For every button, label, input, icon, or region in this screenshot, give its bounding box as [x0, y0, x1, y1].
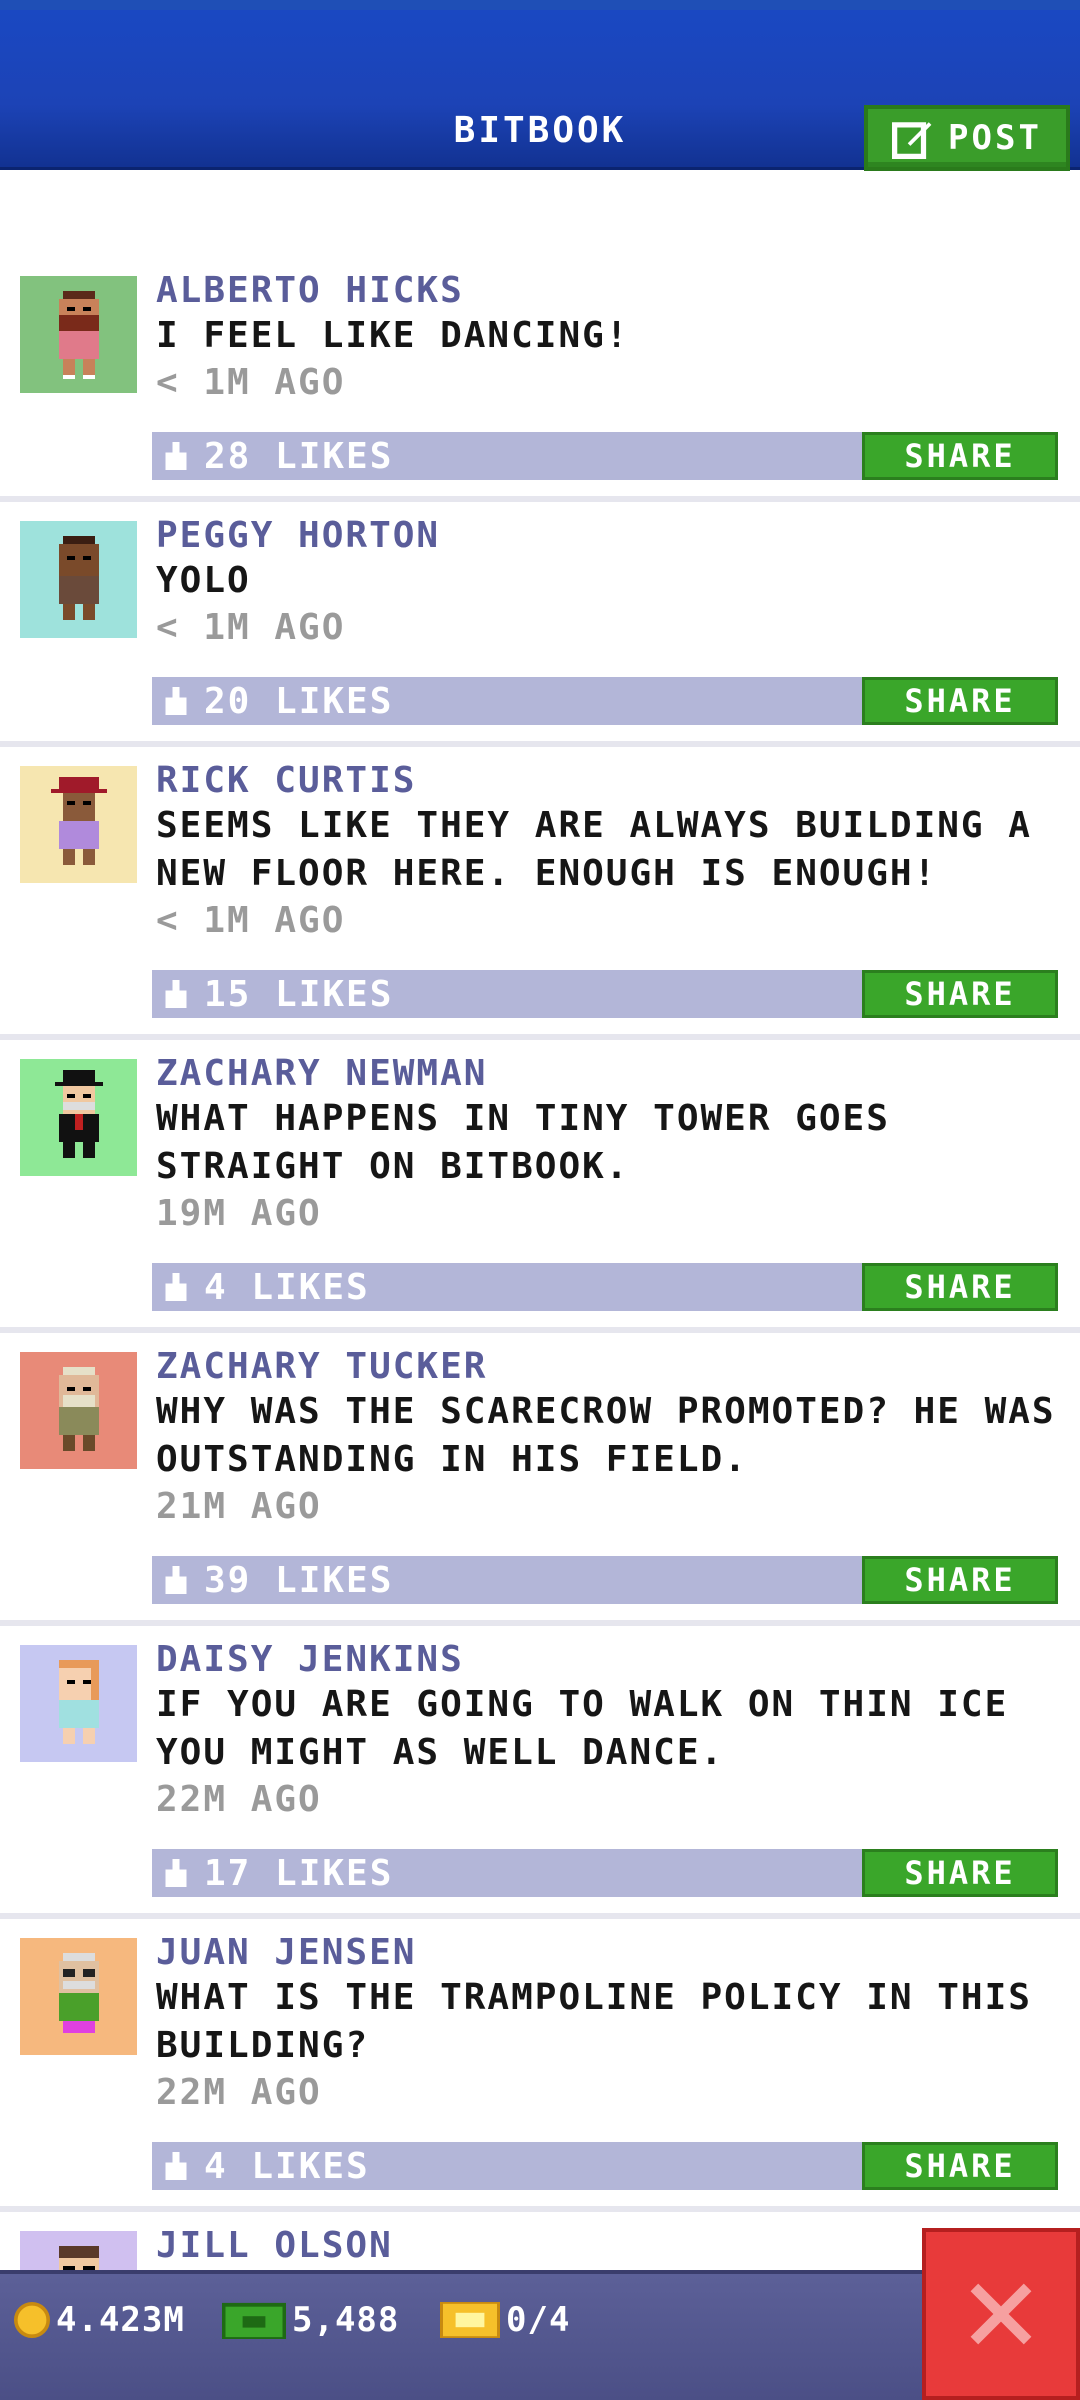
post-author[interactable]: JILL OLSON — [156, 2225, 393, 2266]
thumbs-up-icon — [165, 1273, 187, 1301]
like-bar[interactable]: 15 LIKES SHARE — [152, 970, 1058, 1018]
like-count: 15 LIKES — [204, 974, 394, 1015]
bux-counter[interactable]: 5,488 — [222, 2300, 399, 2340]
ticket-icon — [440, 2302, 500, 2338]
status-bar: 4.423M 5,488 0/4 — [0, 2270, 1080, 2400]
post-author[interactable]: ZACHARY TUCKER — [156, 1346, 487, 1387]
post-message: YOLO — [156, 560, 251, 601]
share-button[interactable]: SHARE — [862, 970, 1058, 1018]
post-time: < 1M AGO — [156, 607, 346, 648]
divider — [0, 1034, 1080, 1040]
post-message: WHAT IS THE TRAMPOLINE POLICY IN THIS BU… — [156, 1977, 1032, 2066]
thumbs-up-icon — [165, 980, 187, 1008]
person-sprite-icon — [50, 776, 107, 865]
post-author[interactable]: ZACHARY NEWMAN — [156, 1053, 487, 1094]
close-icon — [970, 2283, 1032, 2345]
coin-icon — [14, 2302, 50, 2338]
divider — [0, 1620, 1080, 1626]
like-bar[interactable]: 20 LIKES SHARE — [152, 677, 1058, 725]
app-header: BITBOOK POST — [0, 0, 1080, 171]
post-button[interactable]: POST — [864, 105, 1070, 171]
share-button[interactable]: SHARE — [862, 1849, 1058, 1897]
post-author[interactable]: RICK CURTIS — [156, 760, 416, 801]
bux-icon — [222, 2302, 286, 2339]
thumbs-up-icon — [165, 442, 187, 470]
post-time: 19M AGO — [156, 1193, 322, 1234]
post-message: IF YOU ARE GOING TO WALK ON THIN ICE YOU… — [156, 1684, 1009, 1773]
divider — [0, 1913, 1080, 1919]
like-bar[interactable]: 17 LIKES SHARE — [152, 1849, 1058, 1897]
like-count: 28 LIKES — [204, 436, 394, 477]
person-sprite-icon — [58, 1659, 99, 1744]
bux-value: 5,488 — [292, 2300, 400, 2340]
post-author[interactable]: JUAN JENSEN — [156, 1932, 416, 1973]
post-author[interactable]: DAISY JENKINS — [156, 1639, 464, 1680]
post-message: WHY WAS THE SCARECROW PROMOTED? HE WAS O… — [156, 1391, 1056, 1480]
person-sprite-icon — [58, 1366, 99, 1451]
thumbs-up-icon — [165, 1859, 187, 1887]
person-sprite-icon — [58, 1952, 99, 2033]
share-button[interactable]: SHARE — [862, 677, 1058, 725]
share-button[interactable]: SHARE — [862, 1263, 1058, 1311]
divider — [0, 741, 1080, 747]
post-message: WHAT HAPPENS IN TINY TOWER GOES STRAIGHT… — [156, 1098, 890, 1187]
like-count: 17 LIKES — [204, 1853, 394, 1894]
thumbs-up-icon — [165, 1566, 187, 1594]
post-button-label: POST — [948, 118, 1042, 158]
avatar[interactable] — [20, 1059, 137, 1176]
post-time: 21M AGO — [156, 1486, 322, 1527]
avatar[interactable] — [20, 521, 137, 638]
compose-icon — [892, 122, 932, 159]
post-author[interactable]: PEGGY HORTON — [156, 515, 440, 556]
avatar[interactable] — [20, 1938, 137, 2055]
like-bar[interactable]: 28 LIKES SHARE — [152, 432, 1058, 480]
divider — [0, 2206, 1080, 2212]
like-bar[interactable]: 39 LIKES SHARE — [152, 1556, 1058, 1604]
share-button[interactable]: SHARE — [862, 1556, 1058, 1604]
avatar[interactable] — [20, 276, 137, 393]
avatar[interactable] — [20, 766, 137, 883]
like-count: 4 LIKES — [204, 1267, 370, 1308]
post-time: < 1M AGO — [156, 900, 346, 941]
like-count: 39 LIKES — [204, 1560, 394, 1601]
like-bar[interactable]: 4 LIKES SHARE — [152, 1263, 1058, 1311]
like-count: 4 LIKES — [204, 2146, 370, 2187]
post-time: 22M AGO — [156, 2072, 322, 2113]
post-time: 22M AGO — [156, 1779, 322, 1820]
avatar[interactable] — [20, 1645, 137, 1762]
like-count: 20 LIKES — [204, 681, 394, 722]
close-button[interactable] — [922, 2228, 1080, 2400]
divider — [0, 496, 1080, 502]
coins-counter[interactable]: 4.423M — [14, 2300, 185, 2340]
tickets-value: 0/4 — [506, 2300, 571, 2340]
thumbs-up-icon — [165, 687, 187, 715]
post-time: < 1M AGO — [156, 362, 346, 403]
divider — [0, 1327, 1080, 1333]
post-message: I FEEL LIKE DANCING! — [156, 315, 630, 356]
coins-value: 4.423M — [56, 2300, 185, 2340]
share-button[interactable]: SHARE — [862, 432, 1058, 480]
share-button[interactable]: SHARE — [862, 2142, 1058, 2190]
like-bar[interactable]: 4 LIKES SHARE — [152, 2142, 1058, 2190]
person-sprite-icon — [54, 1069, 103, 1158]
person-sprite-icon — [58, 535, 99, 620]
thumbs-up-icon — [165, 2152, 187, 2180]
tickets-counter[interactable]: 0/4 — [440, 2300, 570, 2340]
person-sprite-icon — [58, 290, 99, 379]
post-author[interactable]: ALBERTO HICKS — [156, 270, 464, 311]
post-message: SEEMS LIKE THEY ARE ALWAYS BUILDING A NE… — [156, 805, 1032, 894]
avatar[interactable] — [20, 1352, 137, 1469]
